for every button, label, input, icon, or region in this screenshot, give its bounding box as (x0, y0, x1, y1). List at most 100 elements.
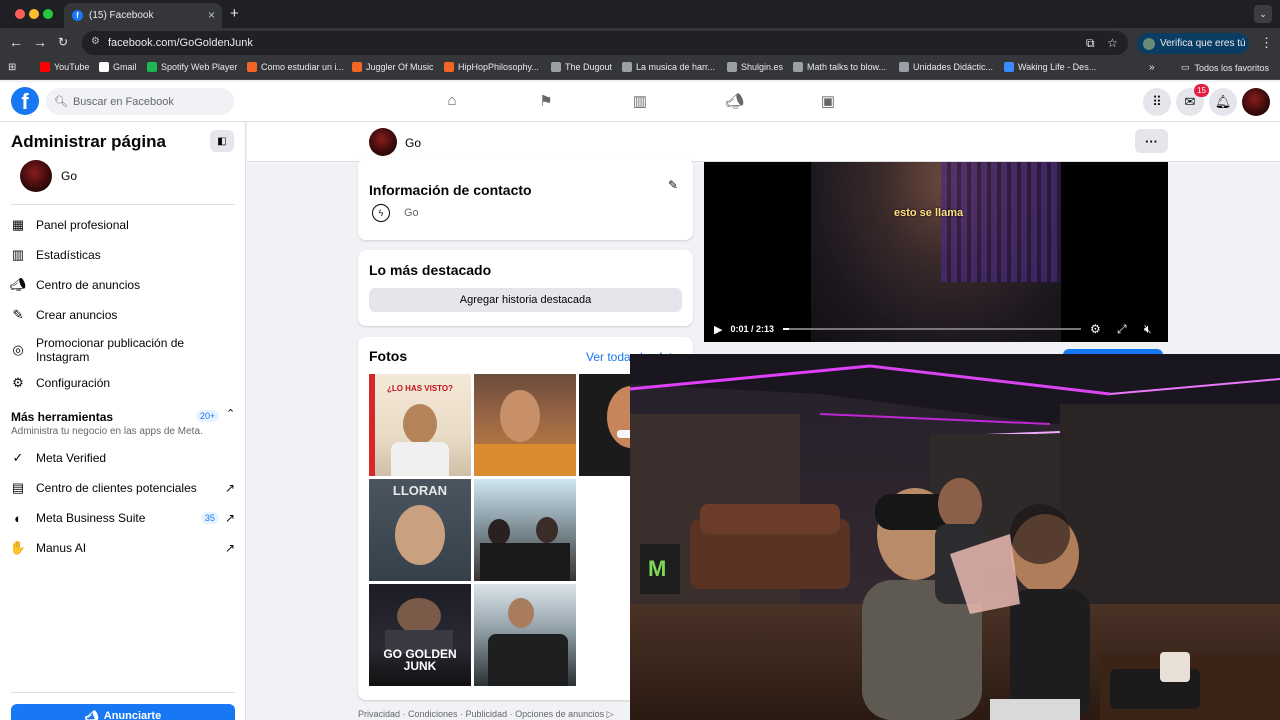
sidebar-item-crear-anuncios[interactable]: ✎ Crear anuncios (9, 303, 237, 327)
mute-icon[interactable]: 🔇︎ (1144, 322, 1152, 337)
sidebar-item-configuracion[interactable]: ⚙ Configuración (9, 371, 237, 395)
notifications-bell-icon[interactable]: 🔔︎ (1209, 88, 1237, 116)
photo-face (397, 598, 441, 634)
sidebar-item-label: Centro de anuncios (36, 278, 141, 292)
messenger-icon: ϟ (372, 204, 390, 222)
chevron-up-icon[interactable]: ⌃ (226, 407, 235, 420)
play-icon[interactable]: ▶ (714, 323, 722, 336)
bookmark-item[interactable]: Math talks to blow... (793, 62, 886, 72)
facebook-logo-icon[interactable]: f (11, 87, 39, 115)
bookmark-item[interactable]: Spotify Web Player (147, 62, 237, 72)
bookmark-item[interactable]: Gmail (99, 62, 137, 72)
video-player[interactable]: esto se llama ▶ 0:01 / 2:13 ⚙ ⤢ 🔇︎ (704, 162, 1168, 342)
photos-title: Fotos (369, 348, 408, 364)
bookmark-favicon-icon (247, 62, 257, 72)
sidebar-item-promocionar-instagram[interactable]: ◎ Promocionar publicación de Instagram (9, 334, 237, 366)
more-tools-title[interactable]: Más herramientas (11, 410, 113, 424)
bookmark-item[interactable]: Unidades Didáctic... (899, 62, 993, 72)
page-header-name[interactable]: Go (405, 136, 421, 150)
bookmark-star-icon[interactable]: ☆ (1107, 36, 1118, 50)
reload-icon[interactable]: ↻ (58, 35, 68, 49)
stats-icon: ▥ (11, 247, 25, 262)
folder-icon: ▭ (1181, 62, 1190, 72)
forward-arrow-icon[interactable]: → (33, 34, 47, 50)
advertise-button[interactable]: 📣︎ Anunciarte (11, 704, 235, 720)
all-favorites-folder[interactable]: ▭ Todos los favoritos (1181, 62, 1269, 73)
external-link-icon: ↗ (224, 541, 235, 555)
sidebar-page-switcher[interactable]: Go (11, 160, 77, 192)
pip-video-overlay[interactable]: M (630, 354, 1280, 720)
more-options-button[interactable]: ··· (1135, 129, 1168, 153)
page-header-bar: Go ··· (247, 122, 1280, 162)
photo-thumbnail[interactable]: LLORAN (369, 479, 471, 581)
more-bookmarks-icon[interactable]: » (1149, 62, 1155, 73)
sidebar-item-meta-verified[interactable]: ✓ Meta Verified (9, 446, 237, 470)
photo-thumbnail[interactable]: GO GOLDEN JUNK (369, 584, 471, 686)
video-progress-bar[interactable] (783, 328, 1081, 330)
profile-verify-chip[interactable]: Verifica que eres tú (1137, 33, 1249, 54)
photo-thumbnail[interactable] (474, 584, 576, 686)
photo-thumbnail[interactable]: ¿LO HAS VISTO? (369, 374, 471, 476)
bookmark-item[interactable]: The Dugout (551, 62, 612, 72)
close-tab-icon[interactable]: × (208, 8, 215, 22)
maximize-window-button[interactable] (43, 9, 53, 19)
bookmark-item[interactable]: Juggler Of Music (352, 62, 434, 72)
bookmark-item[interactable]: YouTube (40, 62, 89, 72)
insights-icon[interactable]: ▥ (631, 92, 649, 110)
browser-tab[interactable]: f (15) Facebook × (64, 3, 222, 28)
sidebar-item-clientes-potenciales[interactable]: ▤ Centro de clientes potenciales ↗ (9, 476, 237, 500)
photo-thumbnail[interactable] (474, 479, 576, 581)
bookmark-item[interactable]: Waking Life - Des... (1004, 62, 1096, 72)
contact-messenger-row[interactable]: ϟ Go (372, 204, 419, 222)
tab-search-button[interactable]: ⌄ (1254, 5, 1272, 23)
bookmark-label: YouTube (54, 62, 90, 72)
sidebar-item-estadisticas[interactable]: ▥ Estadísticas (9, 243, 237, 267)
bookmark-favicon-icon (40, 62, 50, 72)
home-icon[interactable]: ⌂ (443, 92, 461, 110)
apps-grid-icon[interactable]: ⊞ (8, 62, 16, 73)
install-app-icon[interactable]: ⧉ (1086, 36, 1095, 51)
manage-page-sidebar: Administrar página ◧ Go ▦ Panel profesio… (0, 122, 246, 720)
sidebar-item-panel-profesional[interactable]: ▦ Panel profesional (9, 213, 237, 237)
bookmark-label: Unidades Didáctic... (913, 62, 994, 72)
photo-face (395, 505, 445, 565)
bookmark-favicon-icon (1004, 62, 1014, 72)
bookmark-item[interactable]: Shulgin.es (727, 62, 783, 72)
bookmark-label: Gmail (113, 62, 137, 72)
browser-menu-icon[interactable]: ⋮ (1260, 35, 1273, 51)
close-window-button[interactable] (15, 9, 25, 19)
add-highlight-button[interactable]: Agregar historia destacada (369, 288, 682, 312)
advertise-label: Anunciarte (103, 710, 162, 720)
bookmark-item[interactable]: La musica de harr... (622, 62, 715, 72)
edit-pencil-icon[interactable]: ✎ (668, 178, 678, 192)
pages-flag-icon[interactable]: ⚑ (537, 92, 555, 110)
account-avatar[interactable] (1242, 88, 1270, 116)
site-info-icon[interactable]: ⚙ (91, 36, 100, 47)
address-bar[interactable]: ⚙ facebook.com/GoGoldenJunk ⧉ ☆ (82, 31, 1128, 55)
new-tab-button[interactable]: + (230, 5, 239, 22)
video-frame (811, 162, 1061, 342)
back-arrow-icon[interactable]: ← (9, 34, 23, 50)
photo-thumbnail[interactable] (474, 374, 576, 476)
sidebar-item-label: Estadísticas (36, 248, 101, 262)
search-box[interactable]: 🔍︎ (46, 88, 234, 115)
ads-megaphone-icon[interactable]: 📣︎ (725, 92, 744, 110)
search-input[interactable] (72, 95, 223, 108)
business-suite-icon: ◐ (14, 510, 22, 526)
photo-caption: ¿LO HAS VISTO? (386, 384, 454, 393)
bookmark-label: HipHopPhilosophy... (458, 62, 539, 72)
bookmark-item[interactable]: HipHopPhilosophy... (444, 62, 539, 72)
page-avatar[interactable] (369, 128, 397, 156)
sidebar-item-centro-anuncios[interactable]: 📣︎ Centro de anuncios (9, 273, 237, 297)
sidebar-item-business-suite[interactable]: ◐ Meta Business Suite 35 ↗ (9, 506, 237, 530)
sidebar-item-manus-ai[interactable]: ✋ Manus AI ↗ (9, 536, 237, 560)
bookmark-item[interactable]: Como estudiar un i... (247, 62, 344, 72)
reels-icon[interactable]: ▣ (819, 92, 837, 110)
menu-grid-icon[interactable]: ⠿ (1143, 88, 1171, 116)
more-tools-subtitle: Administra tu negocio en las apps de Met… (11, 426, 203, 437)
settings-gear-icon[interactable]: ⚙ (1090, 322, 1101, 336)
minimize-window-button[interactable] (29, 9, 39, 19)
fullscreen-icon[interactable]: ⤢ (1117, 322, 1127, 337)
contact-card-icon: ▤ (11, 480, 25, 495)
sidebar-toggle-icon[interactable]: ◧ (210, 130, 234, 152)
